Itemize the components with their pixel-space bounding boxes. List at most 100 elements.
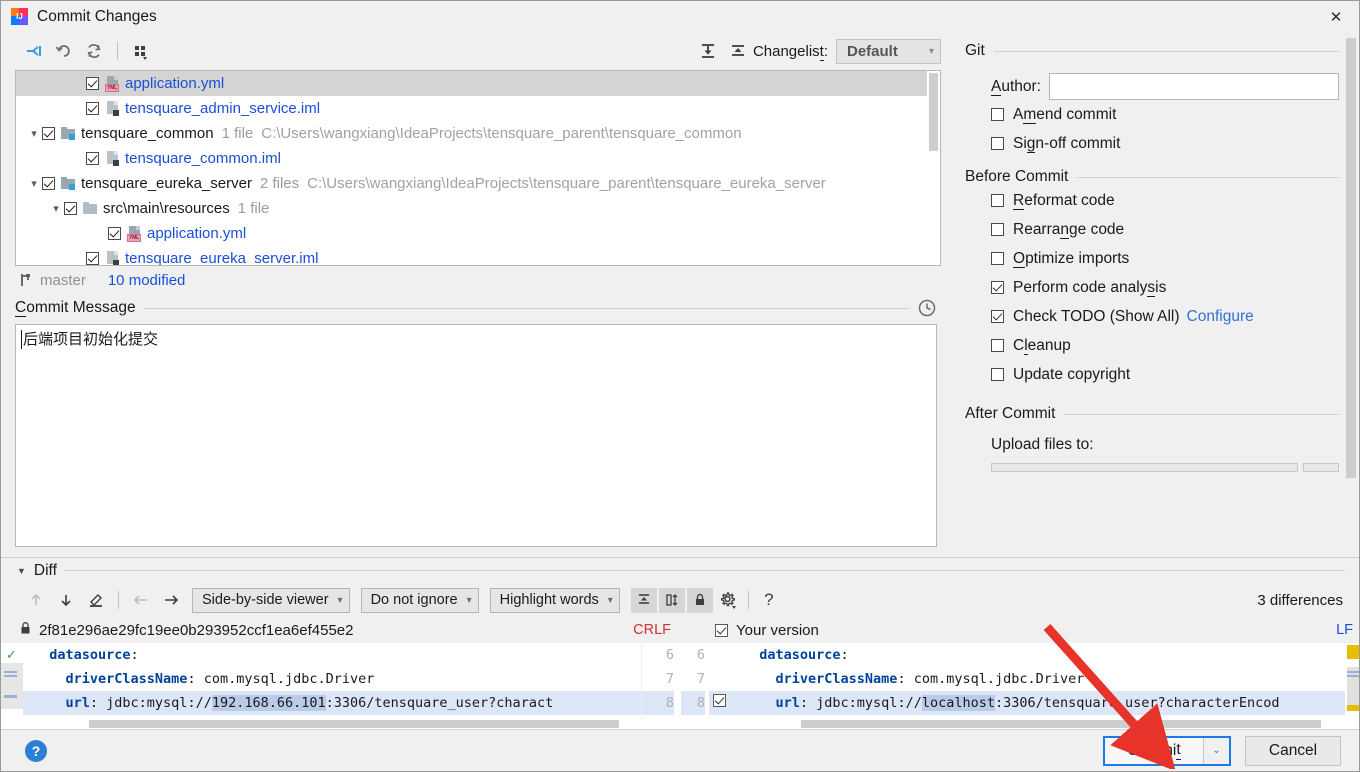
scrollbar-thumb[interactable]: [1346, 38, 1356, 478]
tree-row[interactable]: ▾ tensquare_common.iml: [16, 146, 940, 171]
changelist-combo[interactable]: Default ▾: [836, 38, 941, 64]
diff-header[interactable]: ▼ Diff: [1, 558, 1359, 583]
checkbox-label: Rearrange code: [1013, 220, 1125, 239]
checkbox-row[interactable]: Check TODO (Show All) Configure: [991, 302, 1339, 331]
line-number: 6: [696, 647, 705, 663]
highlight-mode-value: Highlight words: [499, 592, 599, 608]
commit-dropdown-arrow-icon[interactable]: ⌄: [1203, 737, 1229, 764]
checkbox[interactable]: [991, 223, 1004, 236]
checkbox[interactable]: [991, 194, 1004, 207]
cancel-button[interactable]: Cancel: [1245, 735, 1341, 766]
tree-row[interactable]: ▾ tensquare_admin_service.iml: [16, 96, 940, 121]
tree-row[interactable]: ▾ YMLapplication.yml: [16, 71, 940, 96]
clock-history-icon[interactable]: [917, 298, 937, 318]
tree-row[interactable]: ▾ tensquare_common 1 file C:\Users\wangxian…: [16, 121, 940, 146]
sync-scroll-icon[interactable]: [658, 587, 685, 613]
checkbox[interactable]: [991, 310, 1004, 323]
revert-icon[interactable]: [49, 38, 79, 64]
upload-target-combo[interactable]: [991, 463, 1298, 472]
chevron-down-icon[interactable]: ▾: [26, 127, 42, 140]
checkbox-row[interactable]: Rearrange code: [991, 215, 1339, 244]
highlight-mode-combo[interactable]: Highlight words ▾: [489, 587, 620, 613]
arrow-left-icon[interactable]: [126, 587, 156, 613]
help-icon[interactable]: ?: [25, 739, 47, 762]
tree-row-checkbox[interactable]: [86, 152, 99, 165]
upload-browse-button[interactable]: [1303, 463, 1339, 472]
accept-change-checkbox[interactable]: [713, 694, 726, 707]
tree-row-checkbox[interactable]: [108, 227, 121, 240]
tree-spacer: ▾: [92, 227, 108, 240]
checkbox-row[interactable]: Update copyright: [991, 360, 1339, 389]
viewer-mode-combo[interactable]: Side-by-side viewer ▾: [192, 587, 350, 613]
group-by-icon[interactable]: [126, 38, 156, 64]
tree-row-filecount: 1 file: [237, 200, 270, 217]
chevron-down-icon[interactable]: ▾: [26, 177, 42, 190]
tree-row-checkbox[interactable]: [42, 127, 55, 140]
right-code-lines[interactable]: datasource: driverClassName: com.mysql.j…: [733, 643, 1345, 729]
chevron-down-icon[interactable]: ▼: [17, 566, 26, 576]
collapse-all-icon[interactable]: [723, 38, 753, 64]
tree-row[interactable]: ▾ tensquare_eureka_server 2 files C:\Users\…: [16, 171, 940, 196]
arrow-right-icon[interactable]: [156, 587, 186, 613]
show-diff-icon[interactable]: [19, 38, 49, 64]
tree-vertical-scrollbar[interactable]: [927, 71, 940, 265]
left-eol-label[interactable]: CRLF: [633, 622, 681, 638]
checkbox-row[interactable]: Optimize imports: [991, 244, 1339, 273]
your-version-checkbox[interactable]: [715, 623, 728, 637]
checkbox-label: Optimize imports: [1013, 249, 1130, 268]
scrollbar-thumb[interactable]: [929, 73, 938, 151]
checkbox[interactable]: [991, 137, 1004, 150]
folder-icon: [83, 201, 99, 217]
checkbox[interactable]: [991, 368, 1004, 381]
refresh-icon[interactable]: [79, 38, 109, 64]
commit-button[interactable]: Commi t: [1105, 737, 1203, 764]
code-line: datasource:: [759, 647, 849, 663]
tree-row[interactable]: ▾ YMLapplication.yml: [16, 221, 940, 246]
checkbox-row[interactable]: Reformat code: [991, 186, 1339, 215]
author-field[interactable]: [1048, 73, 1339, 100]
tree-spacer: ▾: [70, 152, 86, 165]
checkbox[interactable]: [991, 252, 1004, 265]
whitespace-mode-combo[interactable]: Do not ignore ▾: [360, 587, 479, 613]
configure-link[interactable]: Configure: [1187, 308, 1254, 326]
tree-row[interactable]: ▾ tensquare_eureka_server.iml: [16, 246, 940, 265]
left-column: Changelist: Default ▾ ▾YMLapplication.ym…: [1, 32, 951, 557]
expand-all-icon[interactable]: [693, 38, 723, 64]
left-horizontal-scrollbar[interactable]: [1, 719, 681, 729]
tree-row-checkbox[interactable]: [86, 77, 99, 90]
tree-row-checkbox[interactable]: [42, 177, 55, 190]
close-icon[interactable]: ✕: [1313, 1, 1359, 32]
checkbox-row[interactable]: Perform code analysis: [991, 273, 1339, 302]
line-number: 7: [665, 671, 674, 687]
arrow-up-icon[interactable]: [21, 587, 51, 613]
checkbox-row[interactable]: Cleanup: [991, 331, 1339, 360]
changed-files-tree[interactable]: ▾YMLapplication.yml▾tensquare_admin_serv…: [15, 70, 941, 266]
arrow-down-icon[interactable]: [51, 587, 81, 613]
chevron-down-icon[interactable]: ▾: [48, 202, 64, 215]
modified-count[interactable]: 10 modified: [108, 272, 186, 289]
after-commit-body: Upload files to:: [965, 436, 1339, 472]
options-vertical-scrollbar[interactable]: [1345, 38, 1357, 553]
commit-message-input[interactable]: 后端项目初始化提交: [15, 324, 937, 547]
right-code-area[interactable]: 6 7 8 datasource: driverClassName: com.mys…: [681, 643, 1359, 729]
tree-row-checkbox[interactable]: [86, 252, 99, 265]
checkbox-row[interactable]: Amend commit: [991, 100, 1339, 129]
checkbox[interactable]: [991, 339, 1004, 352]
right-accept-column[interactable]: [709, 643, 733, 729]
checkbox[interactable]: [991, 281, 1004, 294]
lock-icon[interactable]: [686, 587, 713, 613]
pencil-icon[interactable]: [81, 587, 111, 613]
tree-row-checkbox[interactable]: [64, 202, 77, 215]
right-eol-label[interactable]: LF: [1336, 622, 1359, 638]
checkbox-row[interactable]: Sign-off commit: [991, 129, 1339, 158]
question-icon[interactable]: ?: [756, 588, 782, 613]
gear-icon[interactable]: [715, 588, 741, 613]
left-code-lines[interactable]: datasource: driverClassName: com.mysql.j…: [23, 643, 641, 729]
branch-status-bar: master 10 modified: [1, 266, 951, 294]
tree-row-checkbox[interactable]: [86, 102, 99, 115]
tree-row[interactable]: ▾ src\main\resources 1 file: [16, 196, 940, 221]
checkbox[interactable]: [991, 108, 1004, 121]
collapse-lines-icon[interactable]: [630, 587, 657, 613]
right-horizontal-scrollbar[interactable]: [681, 719, 1359, 729]
left-code-area[interactable]: ✓ datasource: driverClassName: com.mysql…: [1, 643, 681, 729]
